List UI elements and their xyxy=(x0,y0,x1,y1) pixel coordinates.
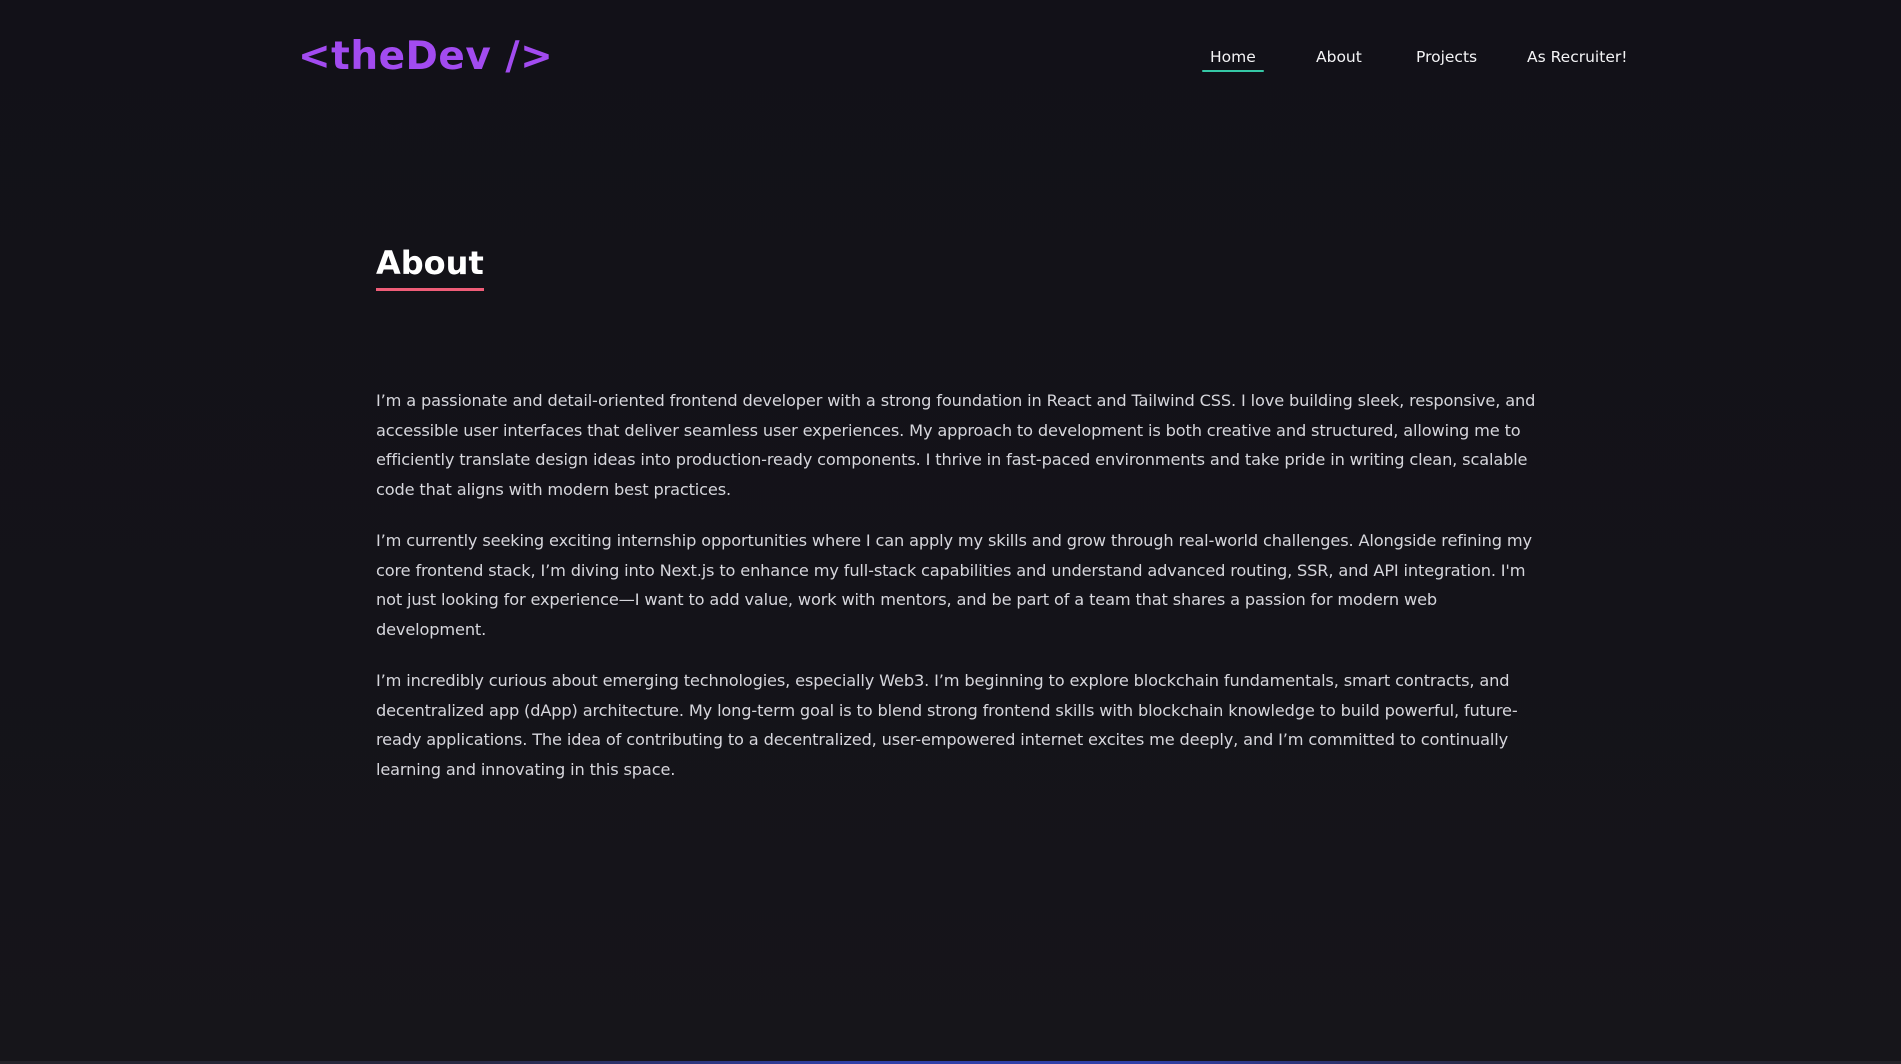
about-content: I’m a passionate and detail-oriented fro… xyxy=(376,386,1536,806)
nav-home-link[interactable]: Home xyxy=(1202,48,1264,72)
about-paragraph-2: I’m currently seeking exciting internshi… xyxy=(376,531,1532,639)
about-paragraph-3: I’m incredibly curious about emerging te… xyxy=(376,671,1518,779)
site-logo[interactable]: <theDev /> xyxy=(298,34,553,79)
about-heading: About xyxy=(376,245,484,291)
about-paragraph-1: I’m a passionate and detail-oriented fro… xyxy=(376,391,1536,499)
nav-recruiter-link[interactable]: As Recruiter! xyxy=(1527,48,1627,72)
main-nav: Home About Projects As Recruiter! xyxy=(1196,48,1636,74)
nav-projects-link[interactable]: Projects xyxy=(1416,48,1477,72)
nav-about-link[interactable]: About xyxy=(1316,48,1362,72)
